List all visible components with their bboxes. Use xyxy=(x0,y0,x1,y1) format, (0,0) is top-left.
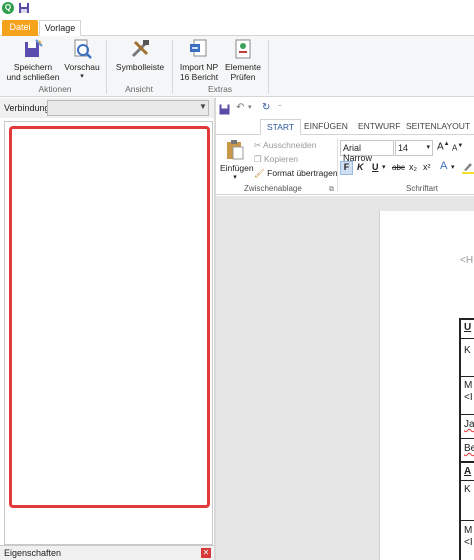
italic-button[interactable]: K xyxy=(357,162,364,172)
word-quick-access: ↶ ▾ ↻ ⁼ xyxy=(216,101,474,119)
text-effects-dropdown-icon[interactable]: ▾ xyxy=(451,163,455,171)
font-size-select[interactable]: 14 ▾ xyxy=(395,140,433,156)
redo-icon[interactable]: ↻ xyxy=(262,102,270,113)
font-group-label: Schriftart xyxy=(406,184,439,193)
superscript-button[interactable]: x² xyxy=(423,162,431,172)
check-elements-label-1: Elemente xyxy=(225,62,261,72)
save-close-icon xyxy=(22,38,44,60)
paste-label: Einfügen xyxy=(220,163,254,173)
font-name-value: Arial Narrow xyxy=(343,143,373,163)
check-elements-button[interactable]: Elemente Prüfen xyxy=(222,38,264,82)
preview-button[interactable]: Vorschau ▾ xyxy=(63,38,101,82)
import-label-1: Import NP xyxy=(179,62,219,72)
document-page[interactable]: <H U K M <I Ja Be A K M <I xyxy=(379,211,474,560)
preview-icon xyxy=(71,38,93,60)
table-cell-text: A xyxy=(464,466,472,477)
properties-label: Eigenschaften xyxy=(4,548,62,558)
header-placeholder: <H xyxy=(460,255,474,266)
tab-seitenlayout[interactable]: SEITENLAYOUT xyxy=(406,121,470,131)
connection-select[interactable] xyxy=(47,100,209,116)
chevron-down-icon: ▾ xyxy=(426,144,430,151)
check-elements-label-2: Prüfen xyxy=(230,72,256,82)
import-np16-button[interactable]: Import NP 16 Bericht xyxy=(176,38,222,82)
cut-button[interactable]: ✂ Ausschneiden xyxy=(254,140,316,151)
group-separator xyxy=(268,40,269,94)
check-elements-icon xyxy=(232,38,254,60)
save-icon[interactable] xyxy=(18,2,30,14)
group-aktionen: Aktionen xyxy=(38,84,72,94)
table-cell-text: U xyxy=(464,322,472,333)
group-separator xyxy=(172,40,173,94)
toolbar-label: Symbolleiste xyxy=(115,62,165,72)
import-icon xyxy=(188,38,210,60)
table-cell-text: K xyxy=(464,345,471,356)
font-name-select[interactable]: Arial Narrow xyxy=(340,140,394,163)
group-separator xyxy=(337,138,338,192)
copy-label: Kopieren xyxy=(264,154,299,164)
preview-label: Vorschau xyxy=(64,62,100,72)
toolbar-button[interactable]: Symbolleiste xyxy=(112,38,168,72)
text-effects-icon[interactable]: A xyxy=(440,160,447,172)
table-cell-text: K xyxy=(464,484,471,495)
tab-start[interactable]: START xyxy=(260,119,302,135)
tab-vorlage[interactable]: Vorlage xyxy=(39,20,81,36)
underline-button[interactable]: U xyxy=(372,162,379,172)
group-separator xyxy=(106,40,107,94)
paste-dropdown-icon: ▾ xyxy=(233,174,237,181)
copy-button[interactable]: ❐ Kopieren xyxy=(254,154,298,165)
paste-button[interactable]: Einfügen ▾ xyxy=(220,139,254,181)
undo-icon[interactable]: ↶ xyxy=(236,102,244,113)
table-cell-text: <I xyxy=(464,392,473,403)
word-ribbon: Einfügen ▾ ✂ Ausschneiden ❐ Kopieren 🖌 F… xyxy=(216,135,474,195)
subscript-button[interactable]: x₂ xyxy=(409,162,417,172)
font-size-value: 14 xyxy=(398,143,409,153)
word-save-icon[interactable] xyxy=(219,104,230,117)
strikethrough-button[interactable]: abc xyxy=(392,163,405,172)
group-ansicht: Ansicht xyxy=(125,84,153,94)
table-cell-text: M xyxy=(464,380,473,391)
table-cell-text: M xyxy=(464,525,473,536)
tab-datei[interactable]: Datei xyxy=(2,20,38,36)
grow-font-label: A xyxy=(437,141,444,153)
selection-highlight xyxy=(9,126,210,508)
format-painter-label: Format übertragen xyxy=(267,168,338,178)
chevron-down-icon[interactable]: ▼ xyxy=(199,102,207,111)
tab-einfuegen[interactable]: EINFÜGEN xyxy=(304,121,348,131)
brush-icon: 🖌 xyxy=(254,168,265,178)
grow-font-button[interactable]: A▲ xyxy=(437,141,450,152)
app-icon: Q xyxy=(2,2,14,14)
table-cell-text: <I xyxy=(464,537,473,548)
save-and-close-button[interactable]: Speichern und schließen xyxy=(6,38,60,82)
ribbon-tabs: Datei Vorlage xyxy=(0,18,474,36)
save-close-label-2: und schließen xyxy=(6,72,60,82)
group-extras: Extras xyxy=(207,84,233,94)
close-icon[interactable]: ✕ xyxy=(201,548,211,558)
highlight-icon[interactable] xyxy=(462,161,474,174)
clipboard-group-label: Zwischenablage xyxy=(244,184,302,193)
connection-label: Verbindung xyxy=(4,103,50,113)
customize-qa-icon[interactable]: ⁼ xyxy=(278,103,282,111)
bold-button[interactable]: F xyxy=(340,161,353,175)
table-cell-text: Ja xyxy=(464,419,474,430)
tools-icon xyxy=(129,38,151,60)
scissors-icon: ✂ xyxy=(254,140,262,150)
undo-dropdown-icon[interactable]: ▾ xyxy=(248,103,252,111)
shrink-font-button[interactable]: A▼ xyxy=(452,143,463,153)
underline-dropdown-icon[interactable]: ▾ xyxy=(382,163,386,171)
title-bar xyxy=(0,0,474,18)
preview-dropdown-icon: ▾ xyxy=(80,73,84,80)
cut-label: Ausschneiden xyxy=(263,140,317,150)
save-close-label-1: Speichern xyxy=(13,62,53,72)
tab-entwurf[interactable]: ENTWURF xyxy=(358,121,401,131)
format-painter-button[interactable]: 🖌 Format übertragen xyxy=(254,168,338,179)
table-cell-text: Be xyxy=(464,443,474,454)
clipboard-launcher-icon[interactable]: ⧉ xyxy=(329,186,334,194)
paste-icon xyxy=(227,140,244,160)
ribbon: Speichern und schließen Vorschau ▾ Aktio… xyxy=(0,36,474,97)
import-label-2: 16 Bericht xyxy=(179,72,219,82)
word-tabs: START EINFÜGEN ENTWURF SEITENLAYOUT xyxy=(216,119,474,135)
copy-icon: ❐ xyxy=(254,154,262,164)
